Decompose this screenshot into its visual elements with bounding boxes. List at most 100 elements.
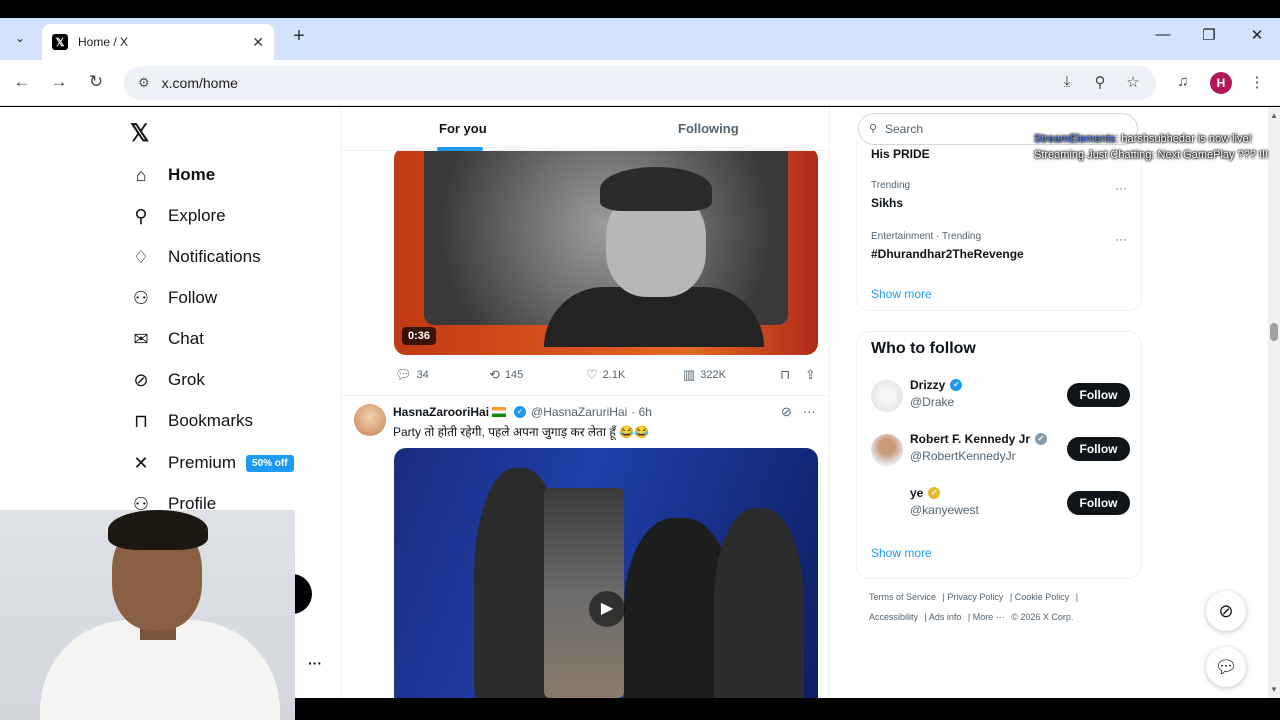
trend-more-icon[interactable]: ··· [1115,232,1127,246]
tab-for-you[interactable]: For you [439,121,487,136]
who-to-follow-panel: Who to follow Drizzy ✓ @Drake Follow Robe… [856,331,1142,579]
avatar[interactable] [871,434,903,466]
tweet[interactable]: HasnaZarooriHai ✓ @HasnaZaruriHai · 6h ⊘… [341,395,829,698]
repost-count: 145 [504,369,524,381]
webcam-person-hair [108,510,208,550]
reload-icon[interactable]: ↻ [84,72,108,92]
reply-button[interactable]: 💬︎ 34 [395,367,429,383]
trend-name[interactable]: #Dhurandhar2TheRevenge [871,247,1024,261]
follow-suggestion[interactable]: Robert F. Kennedy Jr ✓ @RobertKennedyJr F… [871,432,1131,472]
trend-name[interactable]: His PRIDE [871,147,930,161]
india-flag-icon [492,407,507,417]
x-logo-icon[interactable]: 𝕏 [130,119,149,148]
menu-kebab-icon[interactable]: ⋮ [1246,73,1268,91]
forward-icon[interactable]: → [47,72,71,92]
nav-home[interactable]: ⌂ Home [130,160,216,190]
footer-link[interactable]: Terms of Service [869,592,936,602]
nav-grok[interactable]: ⊘ Grok [130,365,204,395]
bookmark-star-icon[interactable]: ☆ [1123,73,1143,91]
trends-show-more[interactable]: Show more [871,287,932,301]
avatar[interactable] [871,488,903,520]
follow-button[interactable]: Follow [1067,491,1130,515]
nav-chat[interactable]: ✉ Chat [130,324,203,354]
repost-button[interactable]: ⟲ 145 [489,367,523,383]
who-to-follow-title: Who to follow [871,340,976,357]
tweet-author-handle[interactable]: @HasnaZaruriHai [531,405,627,419]
zoom-icon[interactable]: ⚲ [1090,73,1110,91]
footer-link[interactable]: Ads info [929,612,962,622]
more-dots-icon[interactable]: ··· [803,404,816,419]
tab-title: Home / X [78,35,129,49]
scroll-down-icon[interactable]: ▼ [1270,685,1278,694]
tab-close-icon[interactable]: ✕ [252,34,264,51]
address-bar[interactable]: ⚙ x.com/home ⤓ ⚲ ☆ [124,66,1156,100]
profile-avatar[interactable]: H [1210,72,1232,94]
nav-follow[interactable]: ⚇ Follow [130,283,217,313]
follow-suggestion[interactable]: ye ✓ @kanyewest Follow [871,486,1131,526]
views-icon: ▥ [683,367,696,382]
post-button[interactable] [292,574,312,614]
messages-fab-icon[interactable]: 💬︎ [1206,647,1246,687]
heart-icon: ♡ [586,367,598,382]
trend-more-icon[interactable]: ··· [1115,181,1127,195]
x-icon: ✕ [133,452,149,473]
site-info-icon[interactable]: ⚙ [138,75,150,91]
suggestion-name[interactable]: Drizzy ✓ [910,378,967,392]
active-tab-indicator [437,147,483,151]
tweet-video-player[interactable]: ▶ [394,448,818,698]
bookmark-button[interactable]: ⊓ [780,367,795,383]
nav-premium[interactable]: ✕ Premium 50% off [130,448,294,478]
share-button[interactable]: ⇪ [805,367,821,383]
video-frame [424,147,788,347]
nav-explore[interactable]: ⚲ Explore [130,201,225,231]
grok-icon[interactable]: ⊘ [781,404,792,419]
nav-home-label: Home [168,165,216,184]
browser-tab[interactable]: 𝕏 Home / X ✕ [42,24,274,60]
suggestion-name[interactable]: Robert F. Kennedy Jr ✓ [910,432,1052,446]
tab-following[interactable]: Following [678,121,739,136]
tweet-actions: 💬︎ 34 ⟲ 145 ♡ 2.1K ▥ 322K ⊓ ⇪ [395,367,819,387]
like-button[interactable]: ♡ 2.1K [586,367,625,383]
nav-bookmarks[interactable]: ⊓ Bookmarks [130,406,253,436]
trend-name[interactable]: Sikhs [871,196,903,210]
suggestion-name-text: ye [910,486,924,500]
footer-link[interactable]: Privacy Policy [947,592,1003,602]
avatar[interactable] [871,380,903,412]
install-app-icon[interactable]: ⤓ [1057,73,1077,90]
follow-suggestion[interactable]: Drizzy ✓ @Drake Follow [871,378,1131,418]
page-scrollbar[interactable]: ▲ ▼ [1268,107,1280,698]
who-to-follow-show-more[interactable]: Show more [871,546,932,560]
views-button[interactable]: ▥ 322K [683,367,726,383]
restore-icon[interactable]: ❐ [1194,26,1224,44]
search-placeholder: Search [885,122,924,136]
minimize-icon[interactable]: — [1148,26,1178,43]
tab-search-chevron-icon[interactable]: ⌄ [8,26,32,50]
nav-notifications[interactable]: ♢ Notifications [130,242,261,272]
media-controls-icon[interactable]: ♫ [1172,73,1194,90]
grok-fab-icon[interactable]: ⊘ [1206,591,1246,631]
scroll-up-icon[interactable]: ▲ [1270,111,1278,120]
window-close-icon[interactable]: ✕ [1242,26,1272,44]
suggestion-name[interactable]: ye ✓ [910,486,945,500]
suggestion-handle: @Drake [910,395,955,409]
footer-link[interactable]: Cookie Policy [1015,592,1070,602]
new-tab-button[interactable]: + [288,26,310,48]
footer-link[interactable]: More ··· [973,612,1005,622]
play-icon[interactable]: ▶ [589,591,625,627]
search-icon: ⚲ [869,123,878,135]
account-more-icon[interactable]: ··· [308,655,322,671]
tweet-more-options: ⊘ ··· [781,404,816,420]
tweet-video-player[interactable]: 0:36 [394,147,818,355]
scroll-thumb[interactable] [1270,323,1278,341]
follow-button[interactable]: Follow [1067,383,1130,407]
back-icon[interactable]: ← [10,72,34,92]
bookmark-icon: ⊓ [780,367,791,382]
suggestion-handle: @kanyewest [910,503,979,517]
tweet-time[interactable]: · 6h [631,405,652,419]
tweet-author-avatar[interactable] [354,404,386,436]
follow-button[interactable]: Follow [1067,437,1130,461]
tweet-author-name[interactable]: HasnaZarooriHai [393,405,489,419]
timeline-feed: For you Following 0:36 💬︎ 34 ⟲ 145 ♡ 2.1K ▥… [340,107,830,698]
footer-link[interactable]: Accessibility [869,612,918,622]
grok-icon: ⊘ [133,369,149,390]
